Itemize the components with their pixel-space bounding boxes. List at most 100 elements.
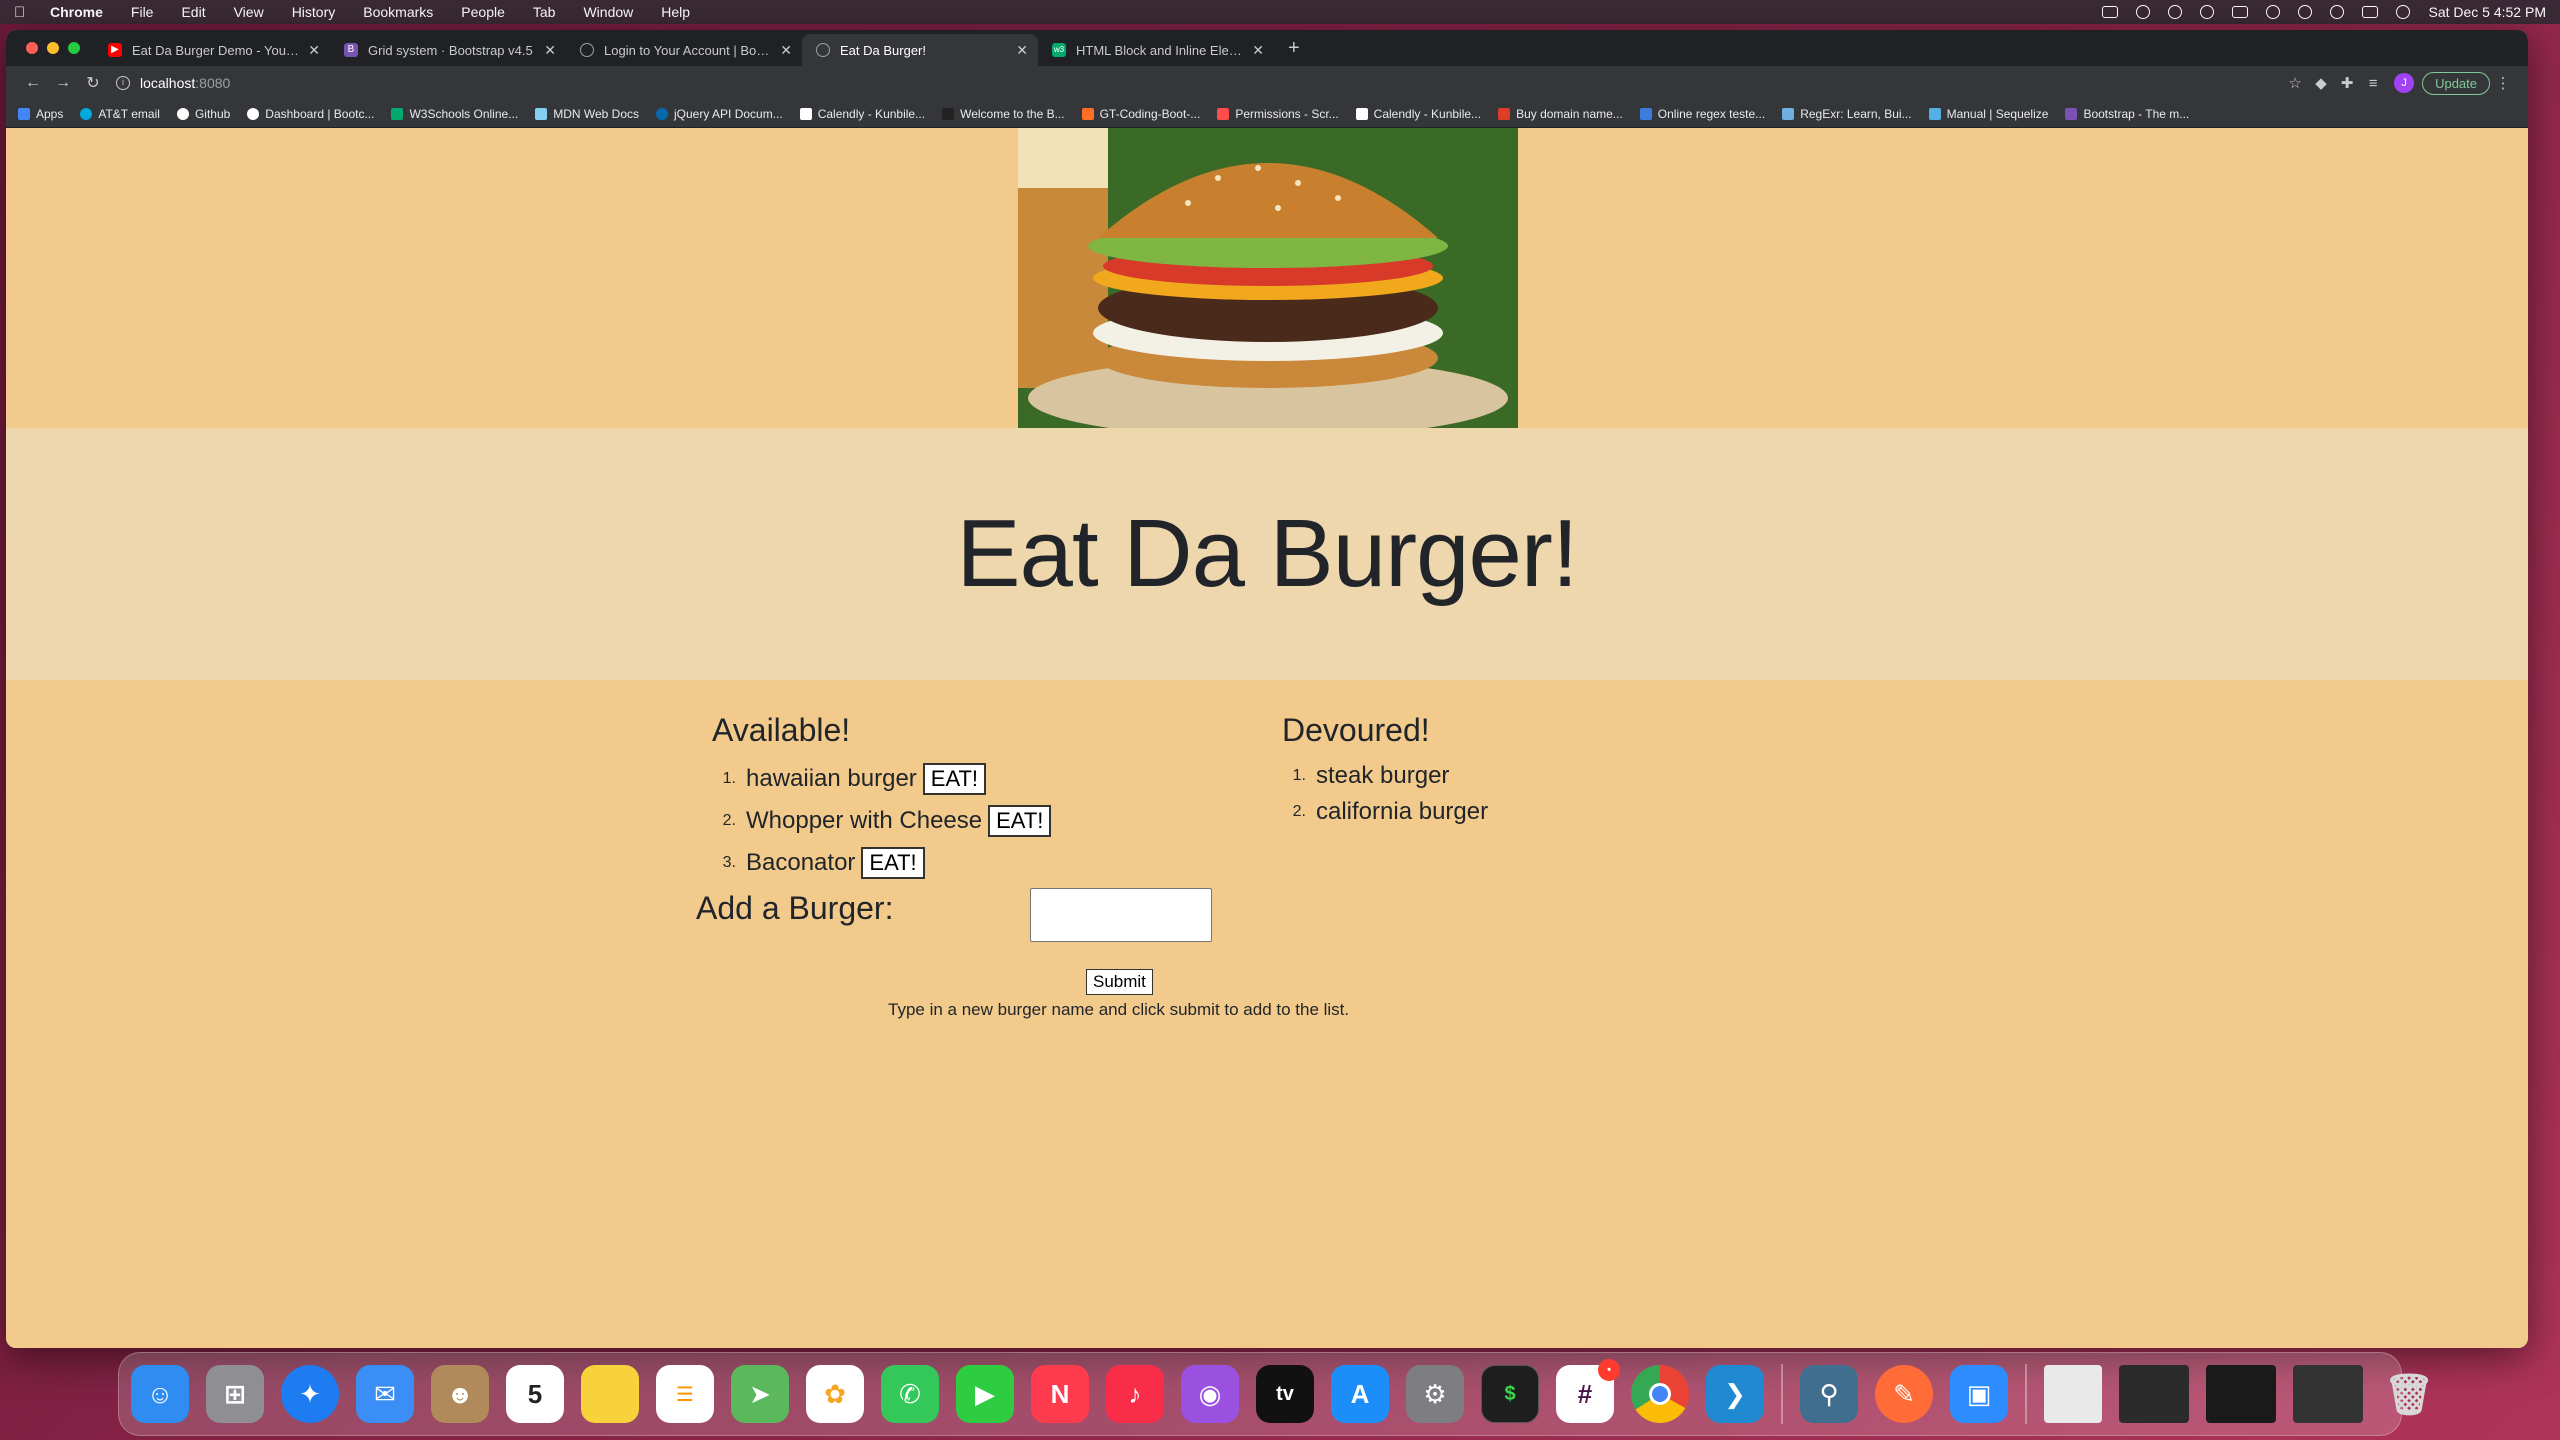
bookmark-calendly-2[interactable]: Calendly - Kunbile... (1355, 107, 1481, 121)
bookmark-welcome[interactable]: Welcome to the B... (942, 107, 1065, 121)
search-icon[interactable] (2330, 5, 2345, 19)
tab-bootstrap-grid[interactable]: B Grid system · Bootstrap v4.5 ✕ (330, 34, 566, 66)
finder-icon[interactable]: ☺ (131, 1365, 189, 1423)
menu-help[interactable]: Help (661, 4, 690, 20)
control-center-icon[interactable] (2362, 6, 2379, 18)
close-tab-icon[interactable]: ✕ (1016, 42, 1028, 59)
extensions-puzzle-icon[interactable]: ✚ (2334, 74, 2360, 92)
volume-icon[interactable] (2136, 5, 2151, 19)
menu-edit[interactable]: Edit (181, 4, 205, 20)
siri-icon[interactable] (2396, 5, 2411, 19)
bookmark-buy-domain[interactable]: Buy domain name... (1498, 107, 1623, 121)
bookmark-github[interactable]: Github (176, 107, 230, 121)
close-tab-icon[interactable]: ✕ (780, 42, 792, 59)
bookmark-regex-tester[interactable]: Online regex teste... (1639, 107, 1765, 121)
bookmark-gitlab[interactable]: GT-Coding-Boot-... (1081, 107, 1200, 121)
terminal-icon[interactable]: $ (1481, 1365, 1539, 1423)
forward-icon[interactable]: → (48, 74, 78, 92)
postman-icon[interactable]: ✎ (1875, 1365, 1933, 1423)
preview-thumbnail-icon[interactable] (2044, 1365, 2102, 1423)
safari-icon[interactable]: ✦ (281, 1365, 339, 1423)
bookmark-dashboard[interactable]: Dashboard | Bootc... (247, 107, 374, 121)
fullscreen-window-button[interactable] (68, 42, 80, 54)
facetime-icon[interactable]: ▶ (956, 1365, 1014, 1423)
eat-button[interactable]: EAT! (922, 763, 987, 795)
tab-eat-da-burger[interactable]: Eat Da Burger! ✕ (802, 34, 1038, 66)
bookmark-bootstrap[interactable]: Bootstrap - The m... (2065, 107, 2189, 121)
bookmark-regexr[interactable]: RegExr: Learn, Bui... (1782, 107, 1912, 121)
reload-icon[interactable]: ↻ (78, 73, 108, 93)
calendar-icon[interactable]: 5 (506, 1365, 564, 1423)
zoom-icon[interactable]: ▣ (1950, 1365, 2008, 1423)
system-preferences-icon[interactable]: ⚙ (1406, 1365, 1464, 1423)
menu-tab[interactable]: Tab (533, 4, 556, 20)
vscode-icon[interactable]: ❯ (1706, 1365, 1764, 1423)
podcasts-icon[interactable]: ◉ (1181, 1365, 1239, 1423)
eat-button[interactable]: EAT! (861, 847, 925, 879)
burger-name-input[interactable] (1030, 888, 1212, 942)
chrome-icon[interactable] (1631, 1365, 1689, 1423)
apple-icon[interactable]:  (14, 4, 36, 21)
new-tab-icon[interactable]: + (1274, 37, 1314, 60)
notes-icon[interactable] (581, 1365, 639, 1423)
mysql-workbench-icon[interactable]: ⚲ (1800, 1365, 1858, 1423)
tab-youtube[interactable]: ▶ Eat Da Burger Demo - YouTube ✕ (94, 34, 330, 66)
screen-record-icon[interactable] (2102, 6, 2119, 18)
contacts-icon[interactable]: ☻ (431, 1365, 489, 1423)
music-icon[interactable]: ♪ (1106, 1365, 1164, 1423)
tab-login[interactable]: Login to Your Account | Bootca ✕ (566, 34, 802, 66)
profile-avatar[interactable]: J (2394, 73, 2415, 93)
bookmark-apps[interactable]: Apps (18, 107, 63, 121)
close-window-button[interactable] (26, 42, 38, 54)
menu-app-name[interactable]: Chrome (50, 4, 103, 20)
address-bar[interactable]: i localhost:8080 (116, 75, 2282, 91)
close-tab-icon[interactable]: ✕ (308, 42, 320, 59)
window-thumbnail-1-icon[interactable] (2119, 1365, 2189, 1423)
tv-icon[interactable]: tv (1256, 1365, 1314, 1423)
trash-icon[interactable]: 🗑 (2380, 1365, 2438, 1423)
menu-file[interactable]: File (131, 4, 154, 20)
bookmark-star-icon[interactable]: ☆ (2282, 74, 2308, 92)
battery-icon[interactable] (2232, 6, 2249, 18)
news-icon[interactable]: N (1031, 1365, 1089, 1423)
maps-icon[interactable]: ➤ (731, 1365, 789, 1423)
update-button[interactable]: Update (2422, 71, 2490, 95)
bookmark-att-email[interactable]: AT&T email (80, 107, 160, 121)
bookmark-mdn[interactable]: MDN Web Docs (535, 107, 639, 121)
bookmark-permissions[interactable]: Permissions - Scr... (1217, 107, 1339, 121)
menu-history[interactable]: History (292, 4, 336, 20)
launchpad-icon[interactable]: ⊞ (206, 1365, 264, 1423)
reminders-icon[interactable]: ☰ (656, 1365, 714, 1423)
bookmark-calendly-1[interactable]: Calendly - Kunbile... (799, 107, 925, 121)
extension-badge-icon[interactable]: ◆ (2308, 74, 2334, 92)
mail-icon[interactable]: ✉ (356, 1365, 414, 1423)
clock[interactable]: Sat Dec 5 4:52 PM (2428, 4, 2546, 20)
menu-view[interactable]: View (234, 4, 264, 20)
info-icon[interactable]: i (116, 76, 130, 90)
submit-button[interactable]: Submit (1086, 969, 1153, 995)
tab-html-block-inline[interactable]: w3 HTML Block and Inline Elements ✕ (1038, 34, 1274, 66)
slack-icon[interactable]: # • (1556, 1359, 1620, 1423)
messages-icon[interactable]: ✆ (881, 1365, 939, 1423)
back-icon[interactable]: ← (18, 74, 48, 92)
menu-bookmarks[interactable]: Bookmarks (363, 4, 433, 20)
bookmark-sequelize[interactable]: Manual | Sequelize (1928, 107, 2048, 121)
timer-icon[interactable] (2168, 5, 2183, 19)
window-thumbnail-3-icon[interactable] (2293, 1365, 2363, 1423)
menu-window[interactable]: Window (583, 4, 633, 20)
window-thumbnail-2-icon[interactable] (2206, 1365, 2276, 1423)
bookmark-w3schools[interactable]: W3Schools Online... (391, 107, 518, 121)
close-tab-icon[interactable]: ✕ (544, 42, 556, 59)
app-store-icon[interactable]: A (1331, 1365, 1389, 1423)
photos-icon[interactable]: ✿ (806, 1365, 864, 1423)
reading-list-icon[interactable]: ≡ (2360, 75, 2386, 92)
more-menu-icon[interactable]: ⋮ (2490, 74, 2516, 92)
menu-people[interactable]: People (461, 4, 505, 20)
play-icon[interactable] (2200, 5, 2215, 19)
wifi-icon[interactable] (2266, 5, 2281, 19)
user-icon[interactable] (2298, 5, 2313, 19)
minimize-window-button[interactable] (47, 42, 59, 54)
eat-button[interactable]: EAT! (988, 805, 1052, 837)
bookmark-jquery[interactable]: jQuery API Docum... (656, 107, 783, 121)
close-tab-icon[interactable]: ✕ (1252, 42, 1264, 59)
